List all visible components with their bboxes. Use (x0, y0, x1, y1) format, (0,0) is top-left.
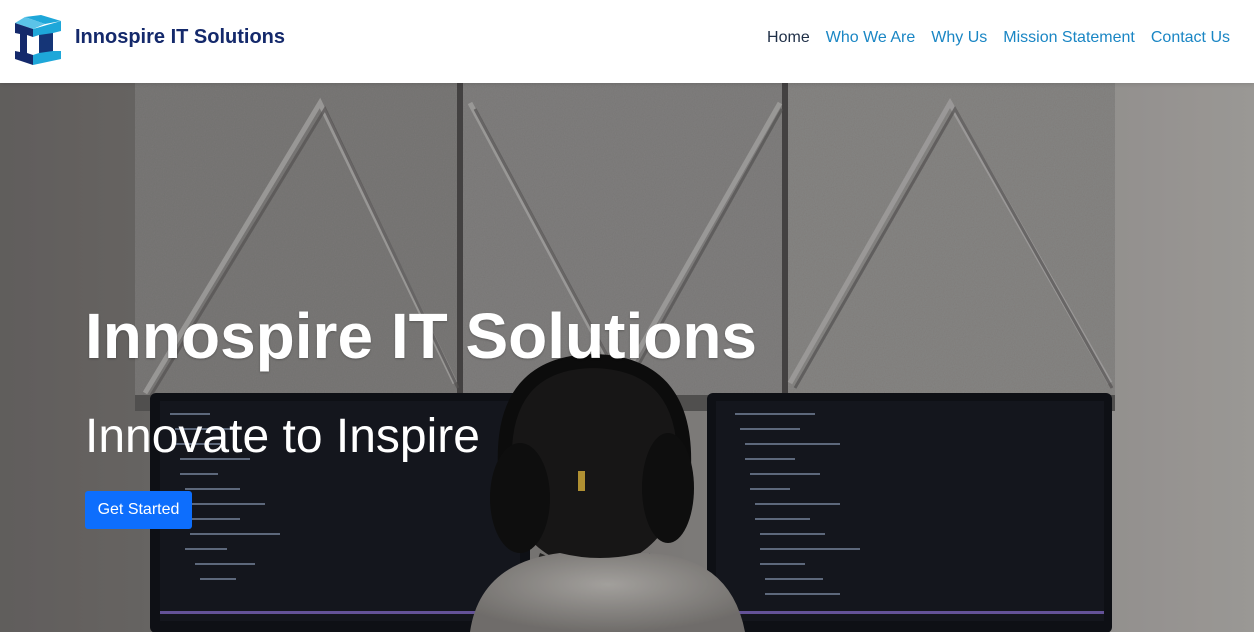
get-started-button[interactable]: Get Started (85, 491, 192, 529)
brand-name: Innospire IT Solutions (75, 26, 285, 48)
nav-link-mission-statement[interactable]: Mission Statement (1003, 29, 1135, 47)
hero-section: Innospire IT Solutions Innovate to Inspi… (0, 83, 1254, 632)
brand-link[interactable]: Innospire IT Solutions (13, 15, 285, 65)
nav-link-contact-us[interactable]: Contact Us (1151, 29, 1230, 47)
nav-link-why-us[interactable]: Why Us (931, 29, 987, 47)
navbar: Innospire IT Solutions Home Who We Are W… (0, 0, 1254, 83)
nav-link-home[interactable]: Home (767, 29, 810, 47)
hero-title: Innospire IT Solutions (85, 300, 757, 372)
hero-subtitle: Innovate to Inspire (85, 410, 480, 463)
main-nav: Home Who We Are Why Us Mission Statement… (767, 29, 1230, 47)
cube-logo-icon (15, 15, 61, 65)
nav-link-who-we-are[interactable]: Who We Are (826, 29, 916, 47)
